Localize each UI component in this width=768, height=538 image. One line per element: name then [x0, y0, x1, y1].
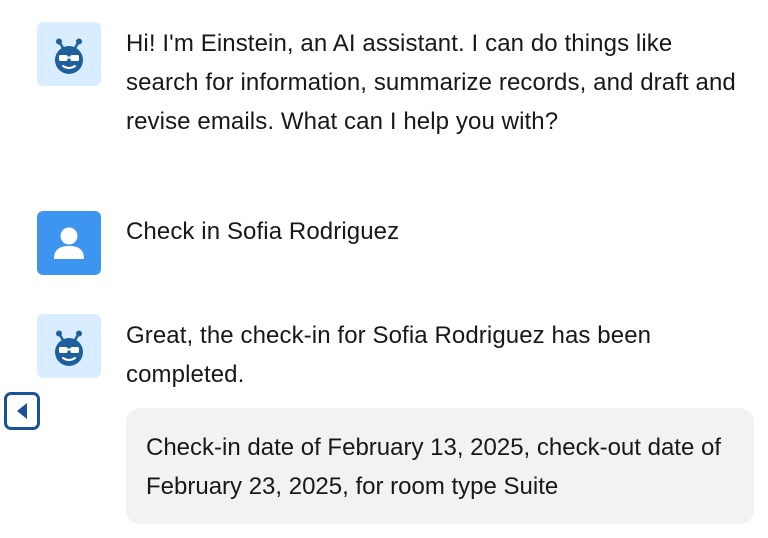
einstein-bot-icon — [55, 38, 83, 74]
user-avatar — [37, 211, 101, 275]
assistant-message-text: Great, the check-in for Sofia Rodriguez … — [126, 322, 652, 388]
collapse-button[interactable] — [4, 392, 40, 430]
user-message-text: Check in Sofia Rodriguez — [126, 218, 400, 245]
check-in-details-text: Check-in date of February 13, 2025, chec… — [146, 434, 722, 500]
einstein-avatar — [37, 22, 101, 86]
einstein-bot-icon — [55, 330, 83, 366]
check-in-details-card: Check-in date of February 13, 2025, chec… — [126, 408, 754, 524]
chat-transcript: Hi! I'm Einstein, an AI assistant. I can… — [0, 0, 768, 538]
assistant-message-text: Hi! I'm Einstein, an AI assistant. I can… — [126, 30, 736, 135]
einstein-avatar — [37, 314, 101, 378]
user-icon — [54, 227, 84, 259]
caret-left-icon — [17, 403, 27, 419]
